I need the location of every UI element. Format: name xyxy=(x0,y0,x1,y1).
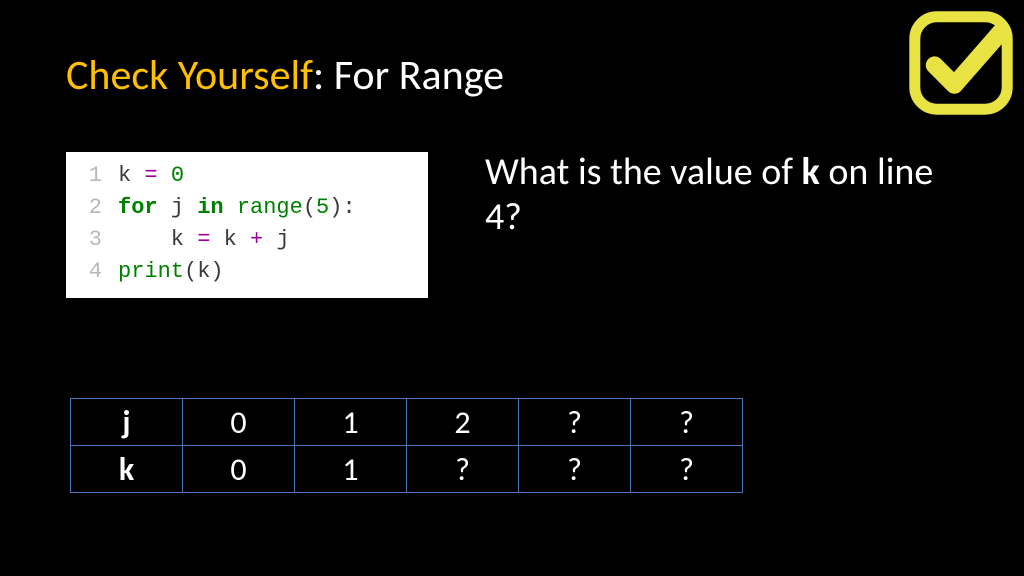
title-accent: Check Yourself xyxy=(66,50,313,101)
table-row: k01??? xyxy=(71,446,743,493)
question-var: k xyxy=(802,149,820,195)
code-snippet: 1k = 02for j in range(5):3 k = k + j4pri… xyxy=(66,152,428,298)
code-text: for j in range(5): xyxy=(118,192,356,224)
code-line: 4 print(k) xyxy=(76,256,418,288)
code-text: print(k) xyxy=(118,256,224,288)
table-cell: 1 xyxy=(295,399,407,446)
table-cell: 0 xyxy=(183,446,295,493)
line-number: 1 xyxy=(76,160,102,192)
code-line: 1 k = 0 xyxy=(76,160,418,192)
title-rest: : For Range xyxy=(313,50,504,101)
trace-table: j012??k01??? xyxy=(70,398,743,493)
row-header: k xyxy=(71,446,183,493)
table-cell: ? xyxy=(519,399,631,446)
code-line: 3 k = k + j xyxy=(76,224,418,256)
table-cell: ? xyxy=(519,446,631,493)
table-cell: 1 xyxy=(295,446,407,493)
question-text: What is the value of k on line 4? xyxy=(485,150,955,240)
line-number: 4 xyxy=(76,256,102,288)
table-cell: ? xyxy=(407,446,519,493)
code-text: k = 0 xyxy=(118,160,184,192)
table-cell: 2 xyxy=(407,399,519,446)
slide-title: Check Yourself: For Range xyxy=(66,50,504,101)
code-line: 2 for j in range(5): xyxy=(76,192,418,224)
table-row: j012?? xyxy=(71,399,743,446)
line-number: 3 xyxy=(76,224,102,256)
table-cell: ? xyxy=(631,446,743,493)
line-number: 2 xyxy=(76,192,102,224)
code-text: k = k + j xyxy=(118,224,290,256)
row-header: j xyxy=(71,399,183,446)
table-cell: ? xyxy=(631,399,743,446)
checkmark-box-icon xyxy=(906,8,1016,118)
table-cell: 0 xyxy=(183,399,295,446)
